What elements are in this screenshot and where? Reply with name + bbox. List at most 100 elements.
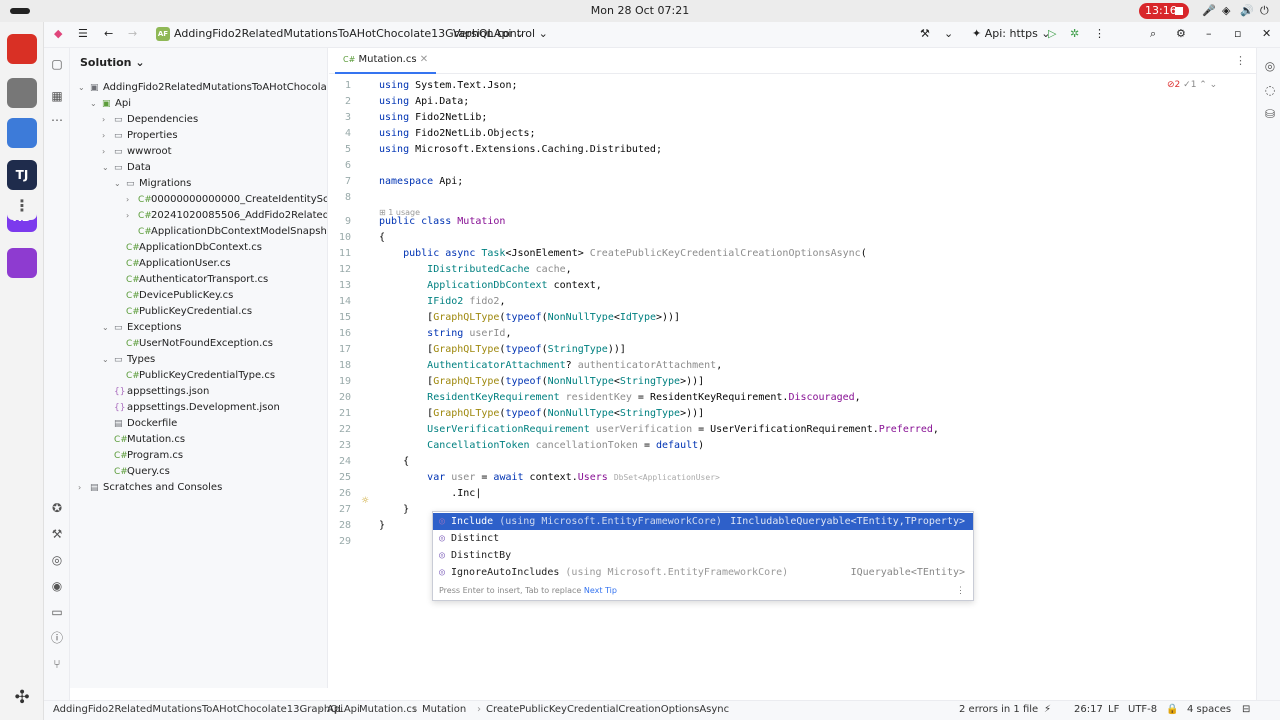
code-line[interactable]: using Fido2NetLib; [379, 112, 487, 123]
git-status-icon[interactable]: ⚡ [1044, 704, 1051, 715]
tree-item[interactable]: C#ApplicationDbContext.cs [114, 240, 262, 256]
tree-item[interactable]: C#DevicePublicKey.cs [114, 288, 233, 304]
code-line[interactable]: } [379, 520, 385, 531]
tree-item[interactable]: ⌄ ▣ AddingFido2RelatedMutationsToAHotChoco… [78, 80, 327, 96]
run-config-selector[interactable]: ✦ Api: https ⌄ [972, 27, 1051, 40]
breadcrumb-item[interactable]: Mutation.cs [359, 704, 417, 715]
expand-chevron-icon[interactable]: › [78, 480, 90, 496]
code-line[interactable]: } [379, 504, 409, 515]
tree-item[interactable]: C#Query.cs [102, 464, 170, 480]
services-tool-icon[interactable]: ◉ [49, 578, 65, 594]
search-icon[interactable]: ⌕ [1150, 27, 1156, 41]
code-line[interactable]: var user = await context.Users DbSet<App… [379, 472, 720, 483]
completion-item[interactable]: ◎ Distinct [433, 530, 973, 547]
vcs-menu[interactable]: Version control ⌄ [453, 27, 548, 40]
code-line[interactable]: .Inc| [379, 488, 481, 499]
tree-item[interactable]: › ▭ wwwroot [102, 144, 172, 160]
tree-item[interactable]: C#PublicKeyCredential.cs [114, 304, 252, 320]
terminal-tool-icon[interactable]: ▭ [49, 604, 65, 620]
notifications-icon[interactable]: ◎ [1262, 58, 1278, 74]
problems-tool-icon[interactable]: ⓘ [49, 630, 65, 646]
expand-chevron-icon[interactable]: › [102, 144, 114, 160]
code-line[interactable]: IFido2 fido2, [379, 296, 505, 307]
tree-item[interactable]: › ▭ Properties [102, 128, 178, 144]
git-tool-icon[interactable]: ⑂ [49, 656, 65, 672]
encoding[interactable]: UTF-8 [1128, 704, 1157, 715]
run-tool-icon[interactable]: ◎ [49, 552, 65, 568]
tree-item[interactable]: ›C#00000000000000_CreateIdentitySchema.c… [126, 192, 327, 208]
solution-panel-title[interactable]: Solution ⌄ [80, 56, 145, 69]
project-tool-icon[interactable]: ▢ [49, 56, 65, 72]
next-tip-link[interactable]: Next Tip [584, 586, 617, 595]
code-line[interactable]: namespace Api; [379, 176, 463, 187]
power-icon[interactable]: ⏻ [1260, 4, 1269, 18]
breadcrumb-item[interactable]: Api [327, 704, 343, 715]
volume-icon[interactable]: 🔊 [1240, 4, 1254, 17]
dock-app-0[interactable] [7, 34, 37, 64]
tree-item[interactable]: {} appsettings.json [102, 384, 209, 400]
dock-app-1[interactable] [7, 78, 37, 108]
tree-item[interactable]: ⌄ ▭ Types [102, 352, 155, 368]
debug-tool-icon[interactable]: ✪ [49, 500, 65, 516]
tab-options-icon[interactable]: ⋮ [1235, 54, 1246, 67]
back-arrow-icon[interactable]: ← [104, 27, 113, 40]
hammer-icon[interactable]: ⚒ [920, 27, 930, 40]
maximize-icon[interactable]: ▫ [1234, 27, 1241, 40]
line-ending[interactable]: LF [1108, 704, 1119, 715]
tab-close-icon[interactable]: ✕ [420, 54, 428, 65]
code-line[interactable]: using Fido2NetLib.Objects; [379, 128, 536, 139]
code-line[interactable]: ApplicationDbContext context, [379, 280, 602, 291]
show-apps-icon[interactable]: ✣ [7, 682, 37, 712]
completion-item[interactable]: ◎ DistinctBy [433, 547, 973, 564]
dock-app-5[interactable] [7, 248, 37, 278]
expand-chevron-icon[interactable]: › [126, 208, 138, 224]
code-line[interactable]: [GraphQLType(typeof(NonNullType<StringTy… [379, 376, 704, 387]
completion-item[interactable]: ◎ IgnoreAutoIncludes (using Microsoft.Ent… [433, 564, 973, 581]
system-clock[interactable]: Mon 28 Oct 07:21 [0, 4, 1280, 17]
tree-item[interactable]: C#ApplicationUser.cs [114, 256, 231, 272]
microphone-icon[interactable]: 🎤 [1202, 4, 1216, 17]
tree-item[interactable]: ⌄ ▣ Api [90, 96, 131, 112]
tree-item[interactable]: C#ApplicationDbContextModelSnapshot.cs [126, 224, 327, 240]
ai-assistant-icon[interactable]: ◌ [1262, 82, 1278, 98]
app-grid-icon[interactable]: ⋮ [7, 190, 37, 220]
build-dropdown-icon[interactable]: ⌄ [944, 27, 953, 40]
code-line[interactable]: AuthenticatorAttachment? authenticatorAt… [379, 360, 722, 371]
code-line[interactable]: using Microsoft.Extensions.Caching.Distr… [379, 144, 662, 155]
screen-record-indicator[interactable]: 13:16 [1139, 3, 1189, 19]
code-line[interactable]: using Api.Data; [379, 96, 469, 107]
more-tools-icon[interactable]: ⋯ [49, 112, 65, 128]
breadcrumb-item[interactable]: CreatePublicKeyCredentialCreationOptions… [486, 704, 729, 715]
tab-mutation-cs[interactable]: C# Mutation.cs ✕ [335, 48, 437, 74]
debug-icon[interactable]: ✲ [1070, 27, 1079, 40]
breadcrumb-item[interactable]: Mutation [422, 704, 466, 715]
breadcrumb-item[interactable]: AddingFido2RelatedMutationsToAHotChocola… [53, 704, 360, 715]
tree-item[interactable]: › ▤ Scratches and Consoles [78, 480, 222, 496]
database-icon[interactable]: ⛁ [1262, 106, 1278, 122]
forward-arrow-icon[interactable]: → [128, 27, 137, 40]
code-line[interactable]: using System.Text.Json; [379, 80, 517, 91]
completion-item[interactable]: ◎ Include (using Microsoft.EntityFramewor… [433, 513, 973, 530]
expand-chevron-icon[interactable]: ⌄ [90, 96, 102, 112]
tree-item[interactable]: C#Mutation.cs [102, 432, 185, 448]
memory-indicator-icon[interactable]: ⊟ [1242, 704, 1250, 715]
code-line[interactable]: public async Task<JsonElement> CreatePub… [379, 248, 867, 259]
lock-icon[interactable]: 🔒 [1166, 704, 1178, 715]
expand-chevron-icon[interactable]: ⌄ [102, 160, 114, 176]
code-line[interactable]: ResidentKeyRequirement residentKey = Res… [379, 392, 861, 403]
dock-app-2[interactable] [7, 118, 37, 148]
code-line[interactable]: IDistributedCache cache, [379, 264, 572, 275]
expand-chevron-icon[interactable]: ⌄ [102, 352, 114, 368]
tree-item[interactable]: ⌄ ▭ Data [102, 160, 151, 176]
code-line[interactable]: public class Mutation [379, 216, 505, 227]
code-completion-popup[interactable]: ◎ Include (using Microsoft.EntityFramewor… [432, 511, 974, 601]
usages-hint[interactable]: ⊞ 1 usage [379, 208, 420, 217]
expand-chevron-icon[interactable]: ⌄ [114, 176, 126, 192]
code-line[interactable]: CancellationToken cancellationToken = de… [379, 440, 704, 451]
build-tool-icon[interactable]: ⚒ [49, 526, 65, 542]
bulb-icon[interactable]: ☼ [361, 496, 369, 506]
main-menu-icon[interactable]: ☰ [78, 27, 88, 40]
code-line[interactable]: [GraphQLType(typeof(NonNullType<IdType>)… [379, 312, 680, 323]
code-line[interactable]: [GraphQLType(typeof(NonNullType<StringTy… [379, 408, 704, 419]
cursor-position[interactable]: 26:17 [1074, 704, 1103, 715]
